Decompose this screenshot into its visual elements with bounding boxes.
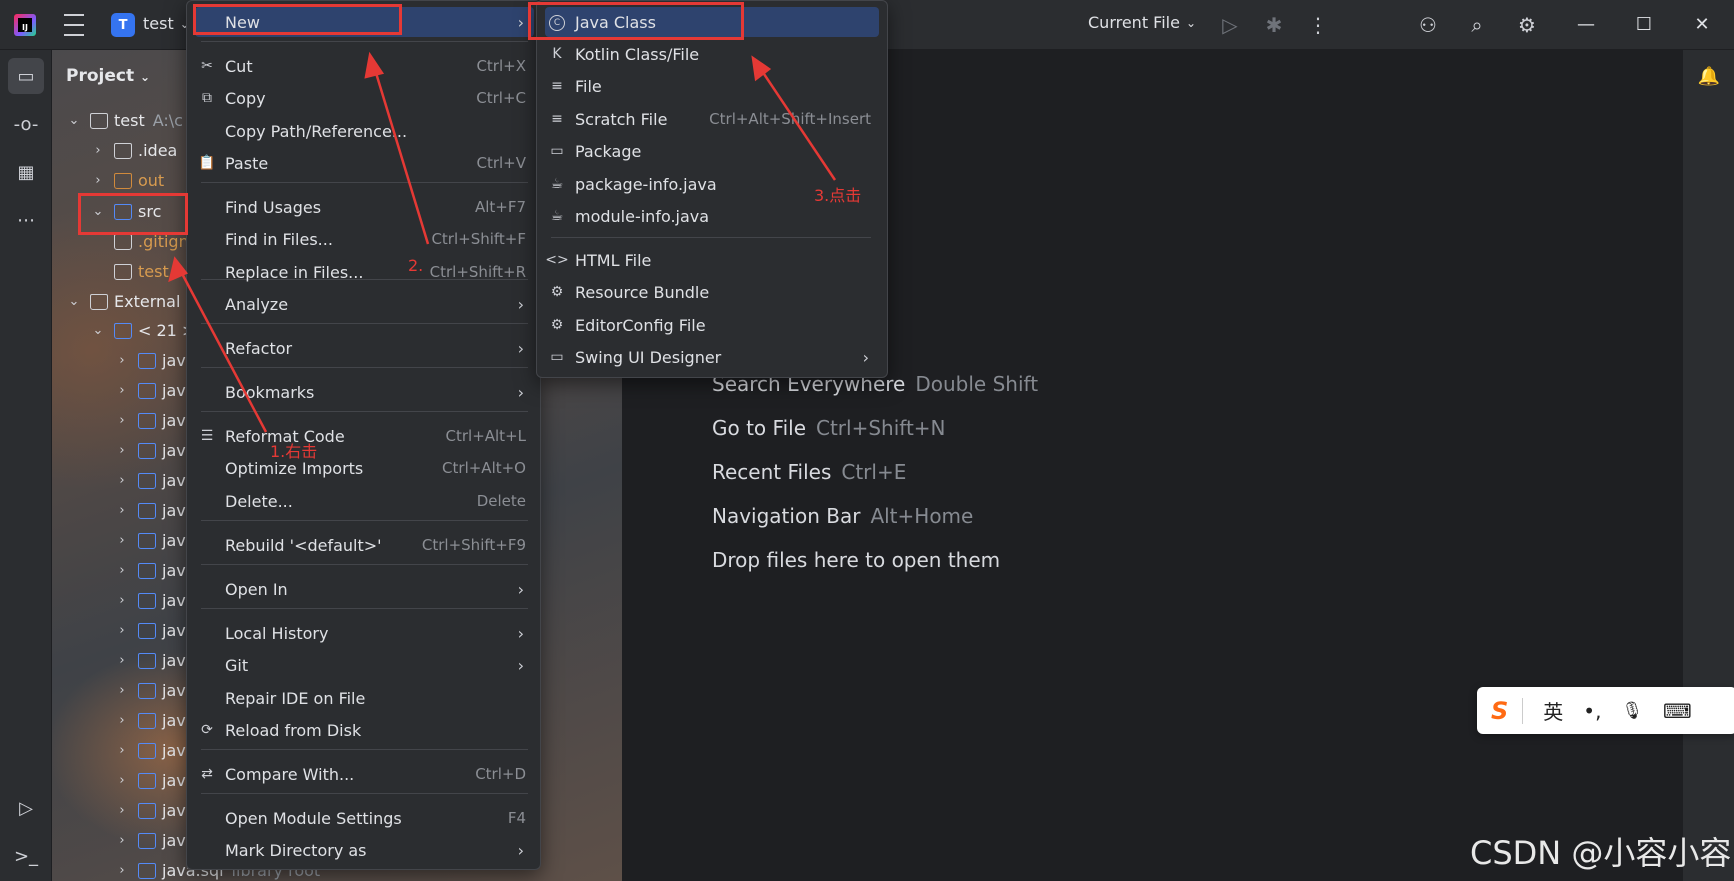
csdn-watermark: CSDN @小容小容	[1470, 834, 1732, 872]
ime-language-toggle[interactable]: 英	[1543, 696, 1563, 725]
ime-punctuation-icon[interactable]: •,	[1583, 699, 1601, 723]
annotation-arrows	[168, 51, 837, 433]
keyboard-icon[interactable]: ⌨	[1663, 699, 1692, 723]
annotation-step1: 1.右击	[270, 442, 318, 461]
sogou-logo-icon[interactable]: S	[1491, 697, 1508, 725]
microphone-icon[interactable]: 🎙	[1621, 701, 1643, 721]
ime-toolbar: S 英 •, 🎙 ⌨	[1477, 687, 1734, 734]
annotation-step3: 3.点击	[814, 186, 862, 205]
annotation-step2: 2.	[408, 256, 424, 275]
ime-divider	[1522, 697, 1524, 724]
